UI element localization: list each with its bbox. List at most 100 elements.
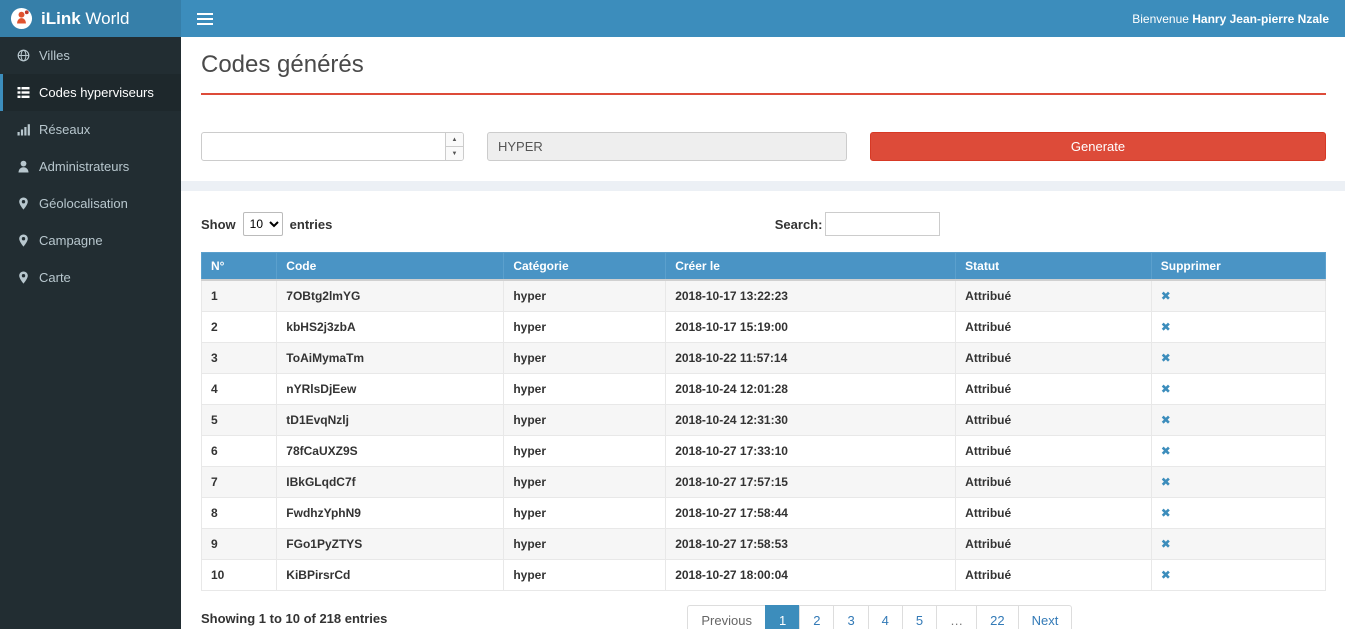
pagination-page-1[interactable]: 1: [765, 605, 800, 629]
cell-category: hyper: [504, 467, 666, 498]
entries-info: Showing 1 to 10 of 218 entries: [201, 605, 387, 626]
top-bar: iLink World Bienvenue Hanry Jean-pierre …: [0, 0, 1345, 37]
cell-status: Attribué: [956, 560, 1152, 591]
sidebar-item-reseaux[interactable]: Réseaux: [0, 111, 181, 148]
delete-icon[interactable]: ✖: [1161, 475, 1171, 489]
cell-created: 2018-10-24 12:01:28: [666, 374, 956, 405]
delete-icon[interactable]: ✖: [1161, 382, 1171, 396]
col-header-created[interactable]: Créer le: [666, 253, 956, 281]
cell-code: FwdhzYphN9: [277, 498, 504, 529]
col-header-category[interactable]: Catégorie: [504, 253, 666, 281]
sidebar-toggle-icon[interactable]: [197, 12, 215, 25]
table-row: 4 nYRlsDjEew hyper 2018-10-24 12:01:28 A…: [202, 374, 1326, 405]
cell-created: 2018-10-24 12:31:30: [666, 405, 956, 436]
sidebar-item-label: Campagne: [39, 233, 103, 248]
entries-label: entries: [290, 217, 333, 232]
delete-icon[interactable]: ✖: [1161, 413, 1171, 427]
delete-icon[interactable]: ✖: [1161, 320, 1171, 334]
sidebar-item-label: Codes hyperviseurs: [39, 85, 154, 100]
cell-category: hyper: [504, 498, 666, 529]
quantity-input[interactable]: [201, 132, 464, 161]
cell-num: 3: [202, 343, 277, 374]
sidebar-item-villes[interactable]: Villes: [0, 37, 181, 74]
table-panel: Show 10 entries Search: N° Code Catégori…: [181, 191, 1345, 629]
cell-category: hyper: [504, 436, 666, 467]
cell-num: 6: [202, 436, 277, 467]
sidebar-item-campagne[interactable]: Campagne: [0, 222, 181, 259]
title-divider: [201, 93, 1326, 95]
sidebar-item-carte[interactable]: Carte: [0, 259, 181, 296]
col-header-num[interactable]: N°: [202, 253, 277, 281]
quantity-field-wrap: ▲ ▼: [201, 132, 464, 161]
list-icon: [17, 86, 30, 99]
cell-status: Attribué: [956, 529, 1152, 560]
cell-code: KiBPirsrCd: [277, 560, 504, 591]
pagination-previous[interactable]: Previous: [687, 605, 766, 629]
table-row: 1 7OBtg2lmYG hyper 2018-10-17 13:22:23 A…: [202, 280, 1326, 312]
pagination-page-22[interactable]: 22: [976, 605, 1018, 629]
table-row: 8 FwdhzYphN9 hyper 2018-10-27 17:58:44 A…: [202, 498, 1326, 529]
stepper-up-icon[interactable]: ▲: [446, 133, 463, 146]
cell-created: 2018-10-27 17:33:10: [666, 436, 956, 467]
pagination: Previous 1 2 3 4 5 … 22 Next: [687, 605, 1072, 629]
delete-icon[interactable]: ✖: [1161, 444, 1171, 458]
generate-form: ▲ ▼ Generate: [201, 132, 1326, 161]
map-marker-icon: [17, 271, 30, 284]
cell-num: 10: [202, 560, 277, 591]
cell-status: Attribué: [956, 498, 1152, 529]
delete-icon[interactable]: ✖: [1161, 351, 1171, 365]
pagination-page-5[interactable]: 5: [902, 605, 937, 629]
globe-icon: [17, 49, 30, 62]
col-header-code[interactable]: Code: [277, 253, 504, 281]
sidebar-item-label: Géolocalisation: [39, 196, 128, 211]
user-icon: [17, 160, 30, 173]
brand-logo[interactable]: iLink World: [0, 0, 181, 37]
cell-code: kbHS2j3zbA: [277, 312, 504, 343]
cell-category: hyper: [504, 529, 666, 560]
cell-num: 4: [202, 374, 277, 405]
sidebar-item-administrateurs[interactable]: Administrateurs: [0, 148, 181, 185]
cell-status: Attribué: [956, 343, 1152, 374]
cell-num: 1: [202, 280, 277, 312]
cell-status: Attribué: [956, 467, 1152, 498]
search-input[interactable]: [825, 212, 940, 236]
cell-created: 2018-10-27 17:57:15: [666, 467, 956, 498]
table-row: 10 KiBPirsrCd hyper 2018-10-27 18:00:04 …: [202, 560, 1326, 591]
page-length-select[interactable]: 10: [243, 212, 283, 236]
cell-num: 5: [202, 405, 277, 436]
cell-code: 78fCaUXZ9S: [277, 436, 504, 467]
sidebar-item-geolocalisation[interactable]: Géolocalisation: [0, 185, 181, 222]
pagination-next[interactable]: Next: [1018, 605, 1073, 629]
pagination-page-4[interactable]: 4: [868, 605, 903, 629]
codes-table: N° Code Catégorie Créer le Statut Suppri…: [201, 252, 1326, 591]
delete-icon[interactable]: ✖: [1161, 537, 1171, 551]
generate-button[interactable]: Generate: [870, 132, 1326, 161]
table-row: 3 ToAiMymaTm hyper 2018-10-22 11:57:14 A…: [202, 343, 1326, 374]
cell-created: 2018-10-22 11:57:14: [666, 343, 956, 374]
col-header-delete[interactable]: Supprimer: [1151, 253, 1325, 281]
main-content: Codes générés ▲ ▼ Generate Show 10 entri…: [181, 37, 1345, 629]
cell-code: 7OBtg2lmYG: [277, 280, 504, 312]
pagination-page-2[interactable]: 2: [799, 605, 834, 629]
delete-icon[interactable]: ✖: [1161, 289, 1171, 303]
map-marker-icon: [17, 197, 30, 210]
cell-num: 2: [202, 312, 277, 343]
delete-icon[interactable]: ✖: [1161, 506, 1171, 520]
sidebar-item-label: Administrateurs: [39, 159, 129, 174]
col-header-status[interactable]: Statut: [956, 253, 1152, 281]
table-footer: Showing 1 to 10 of 218 entries Previous …: [201, 605, 1326, 629]
navbar: Bienvenue Hanry Jean-pierre Nzale: [181, 0, 1345, 37]
stepper-down-icon[interactable]: ▼: [446, 146, 463, 160]
cell-category: hyper: [504, 343, 666, 374]
cell-code: ToAiMymaTm: [277, 343, 504, 374]
sidebar-item-codes-hyperviseurs[interactable]: Codes hyperviseurs: [0, 74, 181, 111]
delete-icon[interactable]: ✖: [1161, 568, 1171, 582]
pagination-ellipsis: …: [936, 605, 977, 629]
cell-status: Attribué: [956, 405, 1152, 436]
cell-status: Attribué: [956, 280, 1152, 312]
sidebar-item-label: Villes: [39, 48, 70, 63]
cell-category: hyper: [504, 405, 666, 436]
cell-code: FGo1PyZTYS: [277, 529, 504, 560]
pagination-page-3[interactable]: 3: [833, 605, 868, 629]
user-menu[interactable]: Bienvenue Hanry Jean-pierre Nzale: [1132, 12, 1333, 26]
